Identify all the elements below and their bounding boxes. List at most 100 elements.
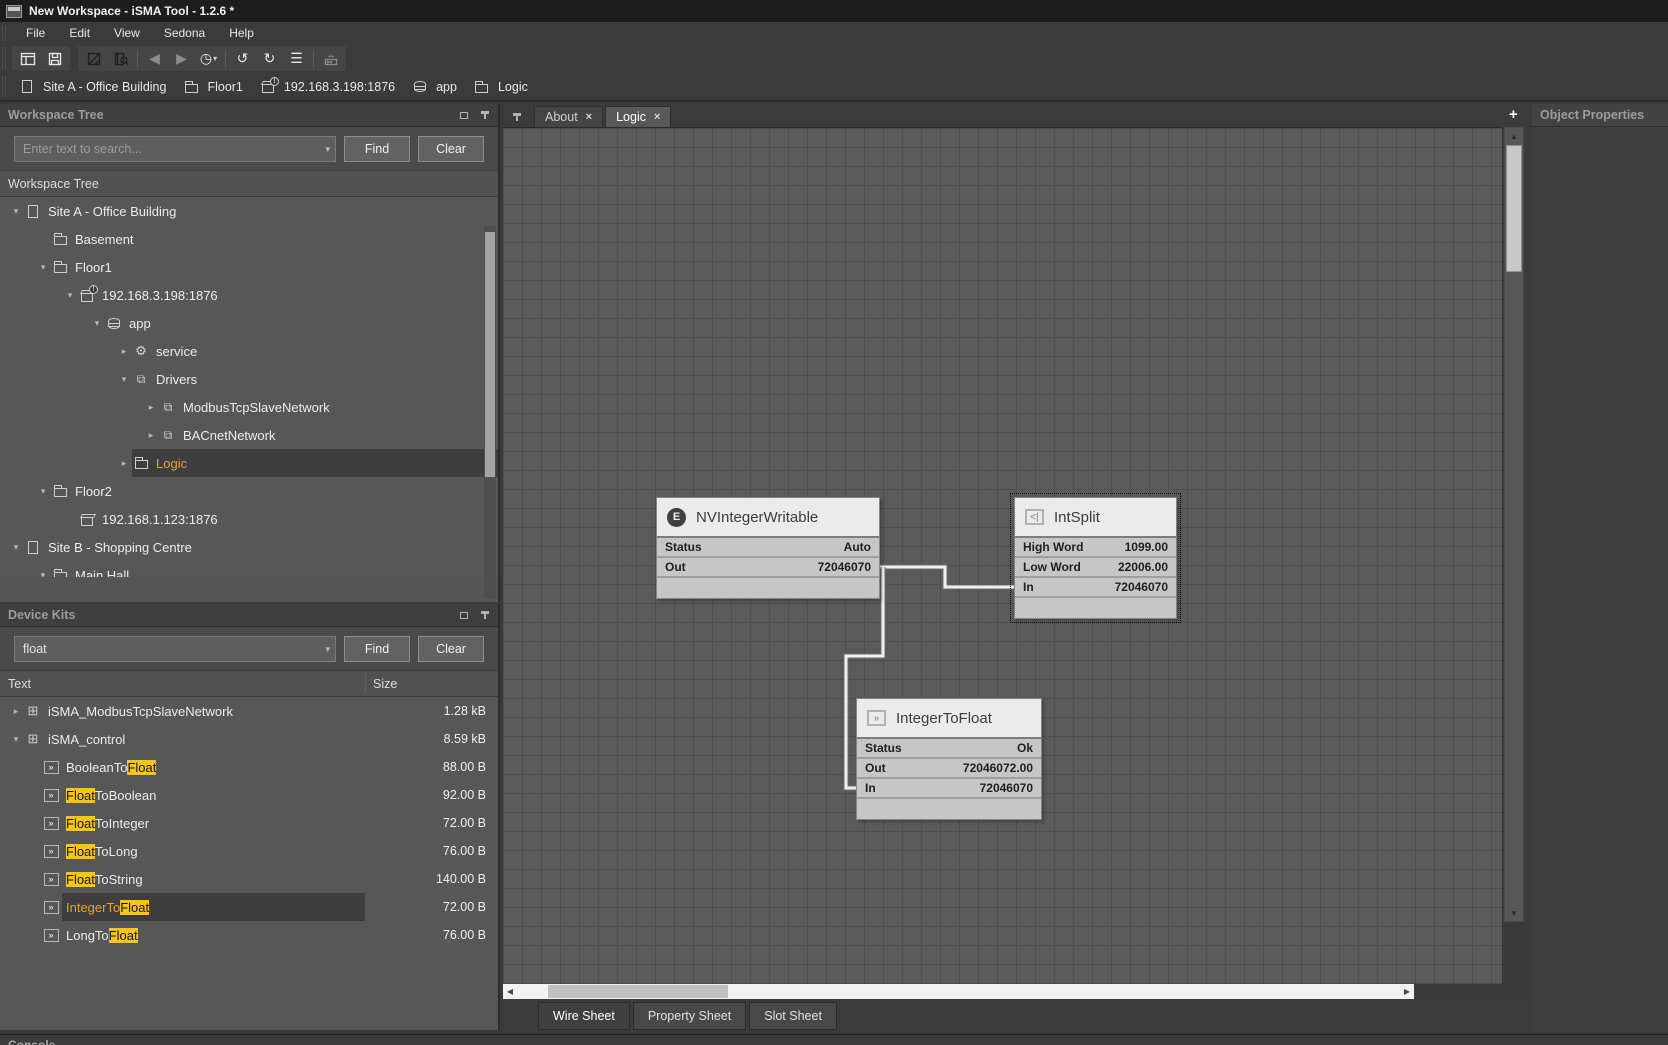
tree-item-app[interactable]: ▾ app	[0, 309, 498, 337]
scrollbar-thumb[interactable]	[485, 232, 495, 477]
tab-about[interactable]: About×	[534, 106, 603, 127]
scroll-up-icon[interactable]: ▲	[1505, 128, 1523, 144]
canvas-vertical-scrollbar[interactable]: ▲ ▼	[1504, 127, 1524, 922]
log-list-icon[interactable]: ☰	[284, 47, 309, 70]
expander-expanded-icon[interactable]: ▾	[8, 542, 24, 553]
breadcrumb-label[interactable]: Site A - Office Building	[43, 80, 166, 94]
logic-block-nvintegerwritable[interactable]: ENVIntegerWritableStatusAutoOut72046070	[656, 497, 880, 599]
block-header[interactable]: <|IntSplit	[1015, 498, 1176, 538]
chevron-down-icon[interactable]: ▾	[213, 54, 217, 63]
tree-item-label[interactable]: BACnetNetwork	[183, 428, 275, 443]
block-header[interactable]: »IntegerToFloat	[857, 699, 1041, 739]
tree-item-label[interactable]: Drivers	[156, 372, 197, 387]
kit-row-label[interactable]: IntegerToFloat	[66, 900, 149, 915]
column-divider[interactable]	[365, 674, 366, 693]
pin-panel-icon[interactable]	[480, 610, 490, 620]
tree-item-label[interactable]: app	[129, 316, 151, 331]
device-kits-clear-button[interactable]: Clear	[418, 636, 484, 662]
tree-item-basement[interactable]: Basement	[0, 225, 498, 253]
breadcrumb-label[interactable]: 192.168.3.198:1876	[284, 80, 395, 94]
block-slot-in[interactable]: In72046070	[1015, 578, 1176, 598]
kit-row-floattolong[interactable]: »FloatToLong76.00 B	[0, 837, 498, 865]
expander-expanded-icon[interactable]: ▾	[35, 262, 51, 273]
redo-icon[interactable]: ↻	[257, 47, 282, 70]
expander-collapsed-icon[interactable]: ▸	[8, 706, 24, 717]
add-tab-button[interactable]: +	[1509, 106, 1518, 123]
breadcrumb-label[interactable]: app	[436, 80, 457, 94]
kit-row-isma_modbustcpslavenetwork[interactable]: ▸⊞iSMA_ModbusTcpSlaveNetwork1.28 kB	[0, 697, 498, 725]
workspace-search-input[interactable]	[14, 136, 336, 162]
expander-collapsed-icon[interactable]: ▸	[116, 458, 132, 469]
tree-item-label[interactable]: 192.168.1.123:1876	[102, 512, 218, 527]
new-view-icon[interactable]	[15, 47, 40, 70]
kit-row-integertofloat[interactable]: »IntegerToFloat72.00 B	[0, 893, 498, 921]
scrollbar-thumb[interactable]	[1506, 145, 1522, 272]
expander-collapsed-icon[interactable]: ▸	[143, 430, 159, 441]
tree-item-main-hall[interactable]: ▾Main Hall	[0, 561, 498, 577]
kit-row-label[interactable]: FloatToString	[66, 872, 143, 887]
device-kits-find-button[interactable]: Find	[344, 636, 410, 662]
close-icon[interactable]: ×	[654, 111, 660, 123]
breadcrumb-item[interactable]: app	[411, 79, 457, 95]
block-slot-status[interactable]: StatusAuto	[657, 538, 879, 558]
kit-row-floattointeger[interactable]: »FloatToInteger72.00 B	[0, 809, 498, 837]
menu-help[interactable]: Help	[217, 23, 266, 43]
wire-sheet-canvas[interactable]: ENVIntegerWritableStatusAutoOut72046070 <…	[503, 127, 1502, 984]
breadcrumb-item[interactable]: Site A - Office Building	[18, 79, 166, 95]
block-slot-out[interactable]: Out72046072.00	[857, 759, 1041, 779]
tab-property-sheet[interactable]: Property Sheet	[633, 1002, 746, 1030]
kit-row-isma_control[interactable]: ▾⊞iSMA_control8.59 kB	[0, 725, 498, 753]
wire-link[interactable]	[880, 567, 1016, 587]
tree-item-label[interactable]: Floor1	[75, 260, 112, 275]
wire-sheet-icon[interactable]	[81, 47, 106, 70]
pin-icon[interactable]	[512, 112, 522, 122]
tree-item-site-b-shopping-centre[interactable]: ▾Site B - Shopping Centre	[0, 533, 498, 561]
undo-icon[interactable]: ↺	[230, 47, 255, 70]
workspace-find-button[interactable]: Find	[344, 136, 410, 162]
tree-item-drivers[interactable]: ▾⧉Drivers	[0, 365, 498, 393]
breadcrumb-item[interactable]: Logic	[473, 79, 528, 95]
block-slot-out[interactable]: Out72046070	[657, 558, 879, 578]
tab-wire-sheet[interactable]: Wire Sheet	[538, 1002, 630, 1030]
restore-panel-icon[interactable]	[460, 112, 468, 119]
menu-file[interactable]: File	[14, 23, 57, 43]
expander-expanded-icon[interactable]: ▾	[62, 290, 78, 301]
scrollbar-thumb[interactable]	[548, 985, 728, 998]
save-workspace-icon[interactable]	[42, 47, 67, 70]
block-slot-status[interactable]: StatusOk	[857, 739, 1041, 759]
tree-item-floor2[interactable]: ▾Floor2	[0, 477, 498, 505]
breadcrumb-item[interactable]: !192.168.3.198:1876	[259, 79, 395, 95]
tree-item-floor1[interactable]: ▾ Floor1	[0, 253, 498, 281]
kit-row-longtofloat[interactable]: »LongToFloat76.00 B	[0, 921, 498, 949]
block-slot-low-word[interactable]: Low Word22006.00	[1015, 558, 1176, 578]
column-size[interactable]: Size	[373, 677, 397, 691]
expander-expanded-icon[interactable]: ▾	[8, 206, 24, 217]
tree-item-label[interactable]: ModbusTcpSlaveNetwork	[183, 400, 330, 415]
kit-manager-icon[interactable]	[108, 47, 133, 70]
block-header[interactable]: ENVIntegerWritable	[657, 498, 879, 538]
canvas-horizontal-scrollbar[interactable]: ◀ ▶	[503, 984, 1414, 999]
expander-expanded-icon[interactable]: ▾	[8, 734, 24, 745]
expander-collapsed-icon[interactable]: ▸	[116, 346, 132, 357]
breadcrumb-label[interactable]: Floor1	[207, 80, 242, 94]
tree-item-label[interactable]: Basement	[75, 232, 134, 247]
expander-expanded-icon[interactable]: ▾	[89, 318, 105, 329]
expander-expanded-icon[interactable]: ▾	[35, 570, 51, 578]
logic-block-integertofloat[interactable]: »IntegerToFloatStatusOkOut72046072.00In7…	[856, 698, 1042, 820]
kit-row-label[interactable]: FloatToBoolean	[66, 788, 156, 803]
pin-panel-icon[interactable]	[480, 110, 490, 120]
kit-row-floattostring[interactable]: »FloatToString140.00 B	[0, 865, 498, 893]
tree-item-site-a-office-building[interactable]: ▾ Site A - Office Building	[0, 197, 498, 225]
workspace-clear-button[interactable]: Clear	[418, 136, 484, 162]
kit-row-booleantofloat[interactable]: »BooleanToFloat88.00 B	[0, 753, 498, 781]
block-slot-empty[interactable]	[657, 578, 879, 598]
workspace-tree-scrollbar[interactable]	[484, 226, 496, 598]
tree-item-label[interactable]: 192.168.3.198:1876	[102, 288, 218, 303]
tree-item-label[interactable]: Floor2	[75, 484, 112, 499]
block-slot-empty[interactable]	[1015, 598, 1176, 618]
restore-panel-icon[interactable]	[460, 612, 468, 619]
menu-edit[interactable]: Edit	[57, 23, 102, 43]
tree-item-label[interactable]: Site A - Office Building	[48, 204, 176, 219]
device-upload-icon[interactable]	[318, 47, 343, 70]
wire-link[interactable]	[880, 567, 1016, 587]
